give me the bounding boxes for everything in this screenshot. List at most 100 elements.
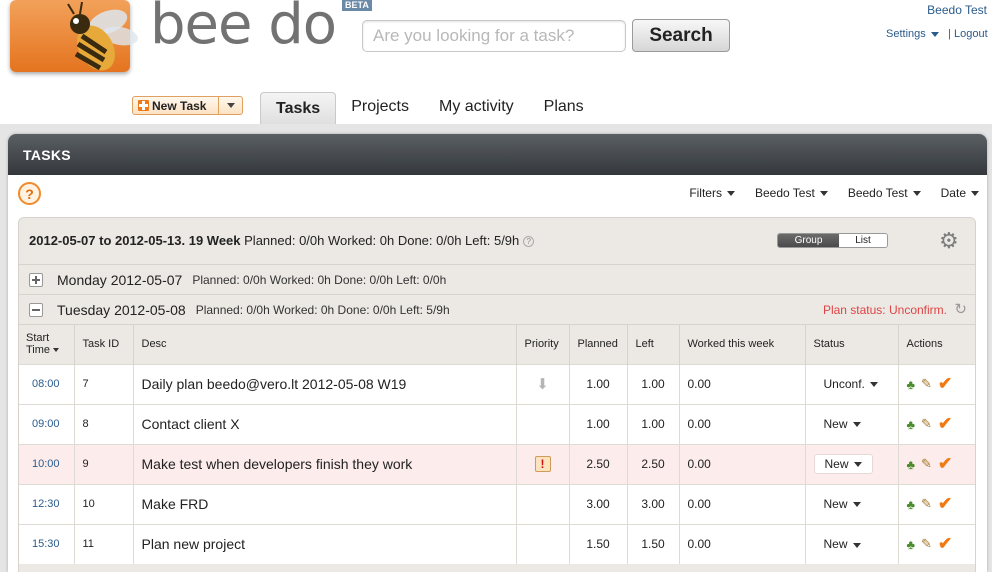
new-task-button[interactable]: New Task <box>132 96 243 115</box>
status-cell: Unconf. <box>805 363 899 404</box>
settings-menu[interactable]: Settings <box>886 28 939 40</box>
worked-value: 0.00 <box>679 443 806 484</box>
day-row-tuesday: Tuesday 2012-05-08 Planned: 0/0h Worked:… <box>19 295 975 325</box>
status-dropdown[interactable]: Unconf. <box>814 375 888 393</box>
pencil-icon[interactable]: ✎ <box>921 496 932 512</box>
plan-icon[interactable]: ♣ <box>907 377 916 392</box>
new-task-label: New Task <box>152 98 207 113</box>
panel-title: TASKS <box>8 134 987 175</box>
status-cell: New <box>805 523 899 564</box>
filter-label: Beedo Test <box>847 186 908 200</box>
start-time-link[interactable]: 10:00 <box>19 443 75 484</box>
left-value: 2.50 <box>627 443 680 484</box>
settings-label: Settings <box>886 28 926 40</box>
filter-bar: Filters Beedo Test Beedo Test Date <box>689 186 979 200</box>
filter-label: Date <box>940 186 966 200</box>
collapse-icon[interactable] <box>29 302 43 317</box>
task-desc[interactable]: Contact client X <box>133 403 517 444</box>
status-dropdown[interactable]: New <box>814 535 871 553</box>
checkmark-icon[interactable]: ✔ <box>938 374 952 394</box>
task-id: 10 <box>74 483 134 524</box>
table-row[interactable]: 15:30 11 Plan new project 1.50 1.50 0.00… <box>19 523 975 564</box>
chevron-down-icon <box>869 382 878 388</box>
col-planned[interactable]: Planned <box>569 325 628 364</box>
search-button[interactable]: Search <box>632 19 730 52</box>
user-name-link[interactable]: Beedo Test <box>927 3 987 17</box>
col-left[interactable]: Left <box>627 325 680 364</box>
logout-link[interactable]: Logout <box>954 28 988 40</box>
tab-tasks[interactable]: Tasks <box>260 92 337 126</box>
left-value: 3.00 <box>627 483 680 524</box>
status-label: New <box>823 537 848 552</box>
pencil-icon[interactable]: ✎ <box>921 416 932 432</box>
week-range: 2012-05-07 to 2012-05-13. 19 Week <box>29 233 241 248</box>
tab-my-activity[interactable]: My activity <box>424 92 529 126</box>
pencil-icon[interactable]: ✎ <box>921 376 932 392</box>
plan-icon[interactable]: ♣ <box>907 497 916 512</box>
col-desc[interactable]: Desc <box>133 325 517 364</box>
table-header-row: Start Time Task ID Desc Priority Planned … <box>19 325 975 364</box>
plan-icon[interactable]: ♣ <box>907 417 916 432</box>
task-desc[interactable]: Make FRD <box>133 483 517 524</box>
chevron-down-icon <box>912 191 921 197</box>
expand-icon[interactable] <box>29 272 43 287</box>
worked-value: 0.00 <box>679 403 806 444</box>
filter-user-2[interactable]: Beedo Test <box>848 186 921 200</box>
col-priority[interactable]: Priority <box>516 325 570 364</box>
pencil-icon[interactable]: ✎ <box>921 456 932 472</box>
plan-status-link[interactable]: Plan status: Unconfirm. <box>823 303 947 317</box>
plus-icon <box>138 100 149 111</box>
chevron-down-icon <box>726 191 735 197</box>
task-desc[interactable]: Daily plan beedo@vero.lt 2012-05-08 W19 <box>133 363 517 404</box>
priority-cell: ! <box>516 443 570 484</box>
start-time-link[interactable]: 08:00 <box>19 363 75 404</box>
status-dropdown[interactable]: New <box>814 415 871 433</box>
status-dropdown[interactable]: New <box>814 495 871 513</box>
gear-icon[interactable]: ⚙ <box>939 230 959 252</box>
checkmark-icon[interactable]: ✔ <box>938 494 952 514</box>
checkmark-icon[interactable]: ✔ <box>938 454 952 474</box>
task-desc[interactable]: Make test when developers finish they wo… <box>133 443 517 484</box>
filter-filters[interactable]: Filters <box>689 186 735 200</box>
new-task-dropdown[interactable] <box>218 97 242 114</box>
table-row[interactable]: 12:30 10 Make FRD 3.00 3.00 0.00 New ♣ ✎ ✔ <box>19 483 975 524</box>
tab-projects[interactable]: Projects <box>336 92 424 126</box>
task-desc[interactable]: Plan new project <box>133 523 517 564</box>
col-start-time[interactable]: Start Time <box>19 325 75 364</box>
status-label: New <box>823 497 848 511</box>
help-icon[interactable]: ? <box>18 182 41 205</box>
week-summary: 2012-05-07 to 2012-05-13. 19 Week Planne… <box>19 218 975 265</box>
view-list-button[interactable]: List <box>839 234 887 247</box>
table-row[interactable]: 09:00 8 Contact client X 1.00 1.00 0.00 … <box>19 403 975 444</box>
table-row[interactable]: 10:00 9 Make test when developers finish… <box>19 443 975 484</box>
search-input[interactable] <box>362 20 626 52</box>
start-time-link[interactable]: 15:30 <box>19 523 75 564</box>
task-id: 8 <box>74 403 134 444</box>
col-task-id[interactable]: Task ID <box>74 325 134 364</box>
col-worked[interactable]: Worked this week <box>679 325 806 364</box>
chevron-down-icon <box>930 31 939 37</box>
high-priority-icon: ! <box>534 456 551 472</box>
view-group-button[interactable]: Group <box>778 234 839 247</box>
tasks-panel: TASKS ? Filters Beedo Test Beedo Test Da… <box>8 134 987 572</box>
start-time-link[interactable]: 12:30 <box>19 483 75 524</box>
filter-user-1[interactable]: Beedo Test <box>755 186 828 200</box>
plan-icon[interactable]: ♣ <box>907 457 916 472</box>
filter-date[interactable]: Date <box>941 186 979 200</box>
checkmark-icon[interactable]: ✔ <box>938 534 952 554</box>
plan-icon[interactable]: ♣ <box>907 537 916 552</box>
day-row-monday: Monday 2012-05-07 Planned: 0/0h Worked: … <box>19 265 975 295</box>
col-status[interactable]: Status <box>805 325 899 364</box>
checkmark-icon[interactable]: ✔ <box>938 414 952 434</box>
start-time-link[interactable]: 09:00 <box>19 403 75 444</box>
pencil-icon[interactable]: ✎ <box>921 536 932 552</box>
worked-value: 0.00 <box>679 363 806 404</box>
tab-plans[interactable]: Plans <box>529 92 599 126</box>
info-icon[interactable]: ? <box>523 236 535 248</box>
refresh-icon[interactable]: ↻ <box>954 300 967 318</box>
worked-value: 0.00 <box>679 523 806 564</box>
status-dropdown[interactable]: New <box>813 454 873 474</box>
chevron-down-icon <box>852 502 861 508</box>
task-id: 9 <box>74 443 134 484</box>
table-row[interactable]: 08:00 7 Daily plan beedo@vero.lt 2012-05… <box>19 363 975 404</box>
